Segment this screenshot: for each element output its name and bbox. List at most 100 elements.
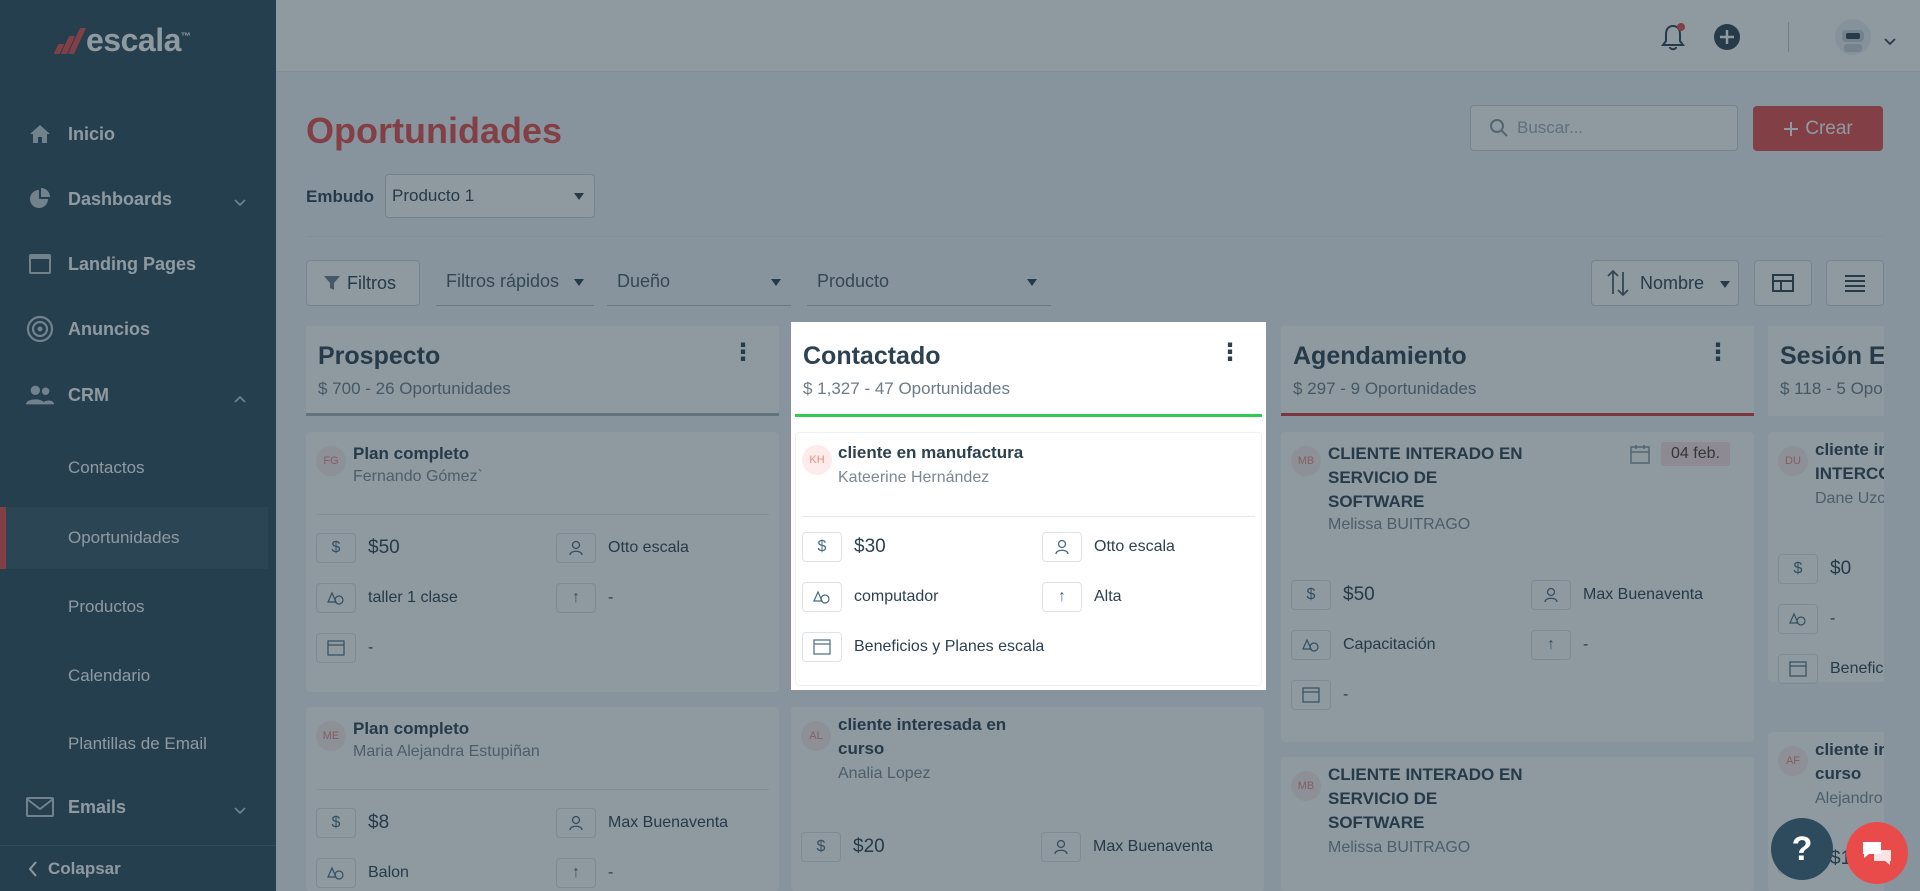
card-contact: Dane Uzc [1815, 490, 1884, 507]
dueno-label: Dueño [617, 271, 671, 291]
subitem-label: Productos [68, 597, 145, 616]
sidebar-item-landing-pages[interactable]: Landing Pages [0, 238, 268, 290]
more-vert-icon[interactable]: ⋮ [731, 341, 755, 365]
sidebar-item-label: Landing Pages [68, 253, 197, 274]
priority-text: - [1583, 636, 1589, 653]
sidebar-subitem-calendario[interactable]: Calendario [0, 645, 268, 707]
target-icon [26, 315, 54, 343]
opportunity-card[interactable]: AL cliente interesada en curso Analia Lo… [791, 707, 1264, 891]
chat-button[interactable] [1846, 822, 1908, 884]
create-label: Crear [1805, 117, 1853, 139]
source-text: - [368, 639, 374, 656]
embudo-select[interactable]: Producto 1 [385, 174, 595, 218]
board-view-button[interactable] [1754, 260, 1812, 306]
envelope-icon [26, 793, 54, 821]
sidebar-item-label: Emails [68, 796, 127, 817]
opportunity-card[interactable]: KH cliente en manufactura Kateerine Hern… [795, 432, 1262, 686]
sidebar-item-inicio[interactable]: Inicio [0, 108, 268, 160]
card-priority: ↑ - [556, 858, 613, 888]
dollar-icon: $ [1778, 554, 1818, 584]
browser-window-icon [316, 633, 356, 663]
opportunity-card[interactable]: MB CLIENTE INTERADO EN SERVICIO DE SOFTW… [1281, 432, 1754, 742]
filter-icon [323, 274, 341, 292]
dollar-icon: $ [801, 832, 841, 862]
collapse-sidebar-button[interactable]: Colapsar [0, 845, 276, 891]
sidebar-subitem-oportunidades[interactable]: Oportunidades [0, 507, 268, 569]
user-avatar[interactable] [1834, 18, 1872, 61]
card-priority: ↑ - [1531, 630, 1588, 660]
opportunity-card[interactable]: FG Plan completo Fernando Gómez` $ $50 Ot… [306, 432, 779, 692]
avatar: FG [316, 446, 346, 476]
source-text: - [1343, 686, 1349, 703]
caret-down-icon [1027, 279, 1037, 286]
brand-name: escala [86, 22, 181, 58]
column-name: Agendamiento [1293, 342, 1467, 370]
card-title: Plan completo [353, 719, 470, 738]
list-view-button[interactable] [1826, 260, 1884, 306]
value-text: $0 [1830, 558, 1852, 579]
add-circle-icon[interactable] [1712, 22, 1742, 57]
sidebar-subitem-productos[interactable]: Productos [0, 576, 268, 638]
create-button[interactable]: Crear [1753, 106, 1883, 151]
bell-icon[interactable] [1658, 22, 1688, 57]
search-input[interactable]: Buscar... [1470, 105, 1738, 151]
card-source: - [316, 633, 373, 663]
dollar-icon: $ [316, 808, 356, 838]
source-text: Beneficios y Planes escala [854, 638, 1045, 655]
list-view-icon [1844, 274, 1866, 292]
column-name: Contactado [803, 342, 941, 370]
avatar: MB [1291, 446, 1321, 476]
subitem-label: Oportunidades [68, 528, 180, 547]
column-status-bar [306, 413, 779, 416]
chevron-down-icon[interactable] [1884, 33, 1896, 51]
caret-down-icon [574, 279, 584, 286]
card-title: cliente en manufactura [838, 443, 1024, 462]
sidebar-subitem-plantillas-email[interactable]: Plantillas de Email [0, 713, 268, 775]
sidebar-item-crm[interactable]: CRM [0, 369, 268, 421]
filtros-button[interactable]: Filtros [306, 260, 420, 306]
sort-button[interactable]: Nombre [1591, 260, 1739, 306]
chat-bubbles-icon [1860, 839, 1894, 867]
sidebar-subitem-contactos[interactable]: Contactos [0, 437, 268, 499]
value-text: $50 [368, 537, 400, 558]
caret-down-icon [574, 193, 584, 200]
card-value: $ $50 [316, 533, 400, 563]
card-source: - [1291, 680, 1348, 710]
card-source: Beneficios y Planes escala [802, 632, 1044, 662]
shapes-icon [802, 582, 842, 612]
avatar: MB [1291, 771, 1321, 801]
filtros-rapidos-dropdown[interactable]: Filtros rápidos [436, 258, 594, 306]
card-priority: ↑ Alta [1042, 582, 1122, 612]
more-vert-icon[interactable]: ⋮ [1706, 341, 1730, 365]
more-vert-icon[interactable]: ⋮ [1218, 341, 1242, 365]
subitem-label: Plantillas de Email [68, 734, 207, 753]
producto-label: Producto [817, 271, 890, 291]
card-title-line: curso [838, 739, 885, 758]
filtros-label: Filtros [347, 272, 396, 293]
opportunity-card[interactable]: ME Plan completo Maria Alejandra Estupiñ… [306, 707, 779, 891]
product-text: - [1830, 610, 1836, 627]
card-title: Plan completo [353, 444, 470, 463]
opportunity-card[interactable]: DU cliente in INTERCO Dane Uzc $ $0 - Ben… [1768, 432, 1884, 684]
help-button[interactable]: ? [1771, 818, 1833, 880]
embudo-value: Producto 1 [392, 186, 475, 205]
chevron-up-icon [234, 387, 246, 408]
escala-logo[interactable]: escala™ [53, 22, 191, 59]
card-contact: Kateerine Hernández [838, 469, 990, 486]
card-owner: Max Buenaventa [1041, 832, 1213, 862]
card-title-line: SOFTWARE [1328, 492, 1425, 511]
sidebar-item-emails[interactable]: Emails [0, 781, 268, 833]
opportunity-card[interactable]: MB CLIENTE INTERADO EN SERVICIO DE SOFTW… [1281, 757, 1754, 891]
card-contact: Analia Lopez [838, 765, 931, 782]
avatar: AL [801, 721, 831, 751]
topbar-divider [1788, 22, 1789, 52]
sidebar-item-anuncios[interactable]: Anuncios [0, 303, 268, 355]
sidebar-item-dashboards[interactable]: Dashboards [0, 173, 268, 225]
column-meta: $ 297 - 9 Oportunidades [1293, 379, 1477, 398]
card-title-line: CLIENTE INTERADO EN [1328, 765, 1523, 784]
producto-dropdown[interactable]: Producto [807, 258, 1051, 306]
value-text: $30 [854, 536, 886, 557]
card-divider [802, 516, 1255, 517]
owner-text: Max Buenaventa [1583, 586, 1704, 603]
dueno-dropdown[interactable]: Dueño [607, 258, 791, 306]
